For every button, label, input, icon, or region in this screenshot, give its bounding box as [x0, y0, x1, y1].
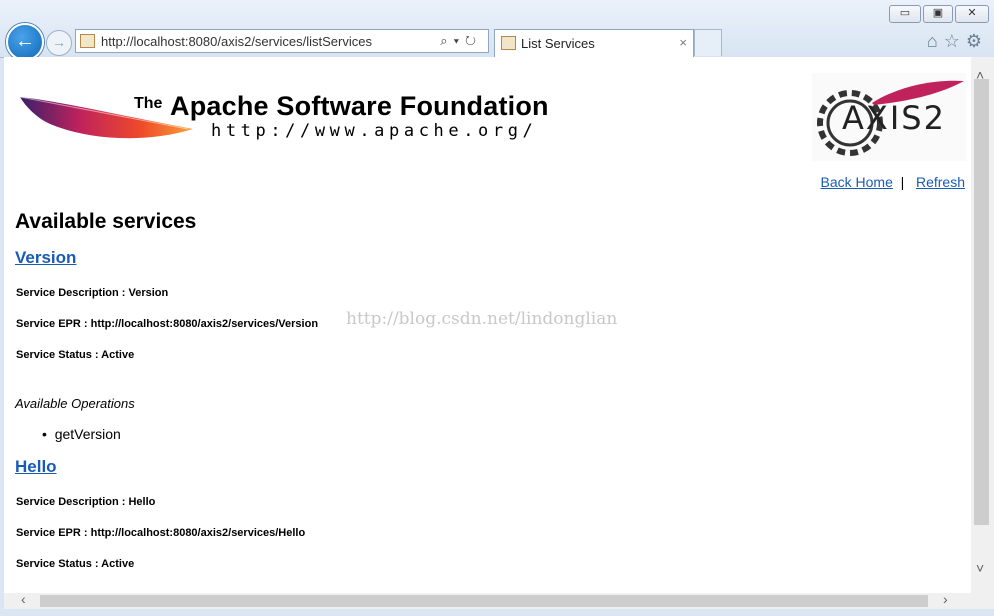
- service-epr: Service EPR : http://localhost:8080/axis…: [16, 527, 306, 539]
- service-description: Service Description : Hello: [16, 496, 156, 508]
- operation-list-item: • getVersion: [42, 426, 121, 442]
- page-viewport: The Apache Software Foundation http://ww…: [4, 57, 971, 593]
- tab-favicon-icon: [501, 36, 516, 50]
- window-bottom-border: [0, 609, 994, 616]
- scroll-down-icon[interactable]: ˅: [976, 560, 984, 576]
- asf-the-text: The: [134, 95, 163, 112]
- back-home-link[interactable]: Back Home: [821, 174, 893, 190]
- forward-arrow-icon: →: [52, 34, 66, 50]
- browser-chrome: ▭ ▣ ✕ ← → http://localhost:8080/axis2/se…: [0, 0, 994, 61]
- settings-gear-icon[interactable]: ⚙: [966, 31, 988, 51]
- minimize-button[interactable]: ▭: [889, 5, 921, 23]
- tab-close-icon[interactable]: ×: [679, 35, 687, 50]
- refresh-link[interactable]: Refresh: [916, 174, 965, 190]
- link-separator: |: [900, 174, 905, 190]
- service-status: Service Status : Active: [16, 558, 135, 570]
- forward-button[interactable]: →: [46, 30, 72, 56]
- axis2-logo-text: AXIS2: [842, 99, 946, 137]
- back-button[interactable]: ←: [6, 23, 44, 61]
- back-arrow-icon: ←: [15, 30, 35, 52]
- tab-title: List Services: [521, 36, 595, 51]
- new-tab-button[interactable]: [694, 29, 722, 56]
- address-bar[interactable]: http://localhost:8080/axis2/services/lis…: [75, 29, 489, 53]
- favorites-star-icon[interactable]: ☆: [944, 31, 966, 51]
- address-tools[interactable]: ⌕▾↻: [440, 33, 482, 49]
- horizontal-scroll-thumb[interactable]: [40, 595, 928, 607]
- maximize-button[interactable]: ▣: [923, 5, 953, 23]
- available-operations-label: Available Operations: [15, 396, 135, 411]
- dropdown-icon[interactable]: ▾: [454, 33, 465, 48]
- scroll-right-icon[interactable]: ›: [943, 591, 948, 607]
- axis2-logo: AXIS2: [812, 73, 966, 161]
- home-icon[interactable]: ⌂: [927, 31, 944, 51]
- asf-url: http://www.apache.org/: [211, 121, 538, 141]
- watermark-text: http://blog.csdn.net/lindonglian: [346, 309, 618, 329]
- page-title: Available services: [15, 210, 197, 233]
- toolbar-right-icons: ⌂☆⚙: [927, 31, 988, 52]
- service-link-hello[interactable]: Hello: [15, 457, 57, 477]
- search-icon[interactable]: ⌕: [440, 33, 453, 48]
- page-nav-links: Back Home | Refresh: [821, 174, 965, 190]
- tab-list-services[interactable]: List Services ×: [494, 29, 694, 57]
- page-favicon-icon: [80, 34, 95, 48]
- close-window-button[interactable]: ✕: [955, 5, 989, 23]
- horizontal-scrollbar[interactable]: ‹ ›: [4, 591, 971, 609]
- service-description: Service Description : Version: [16, 287, 169, 299]
- service-link-version[interactable]: Version: [15, 248, 76, 268]
- asf-name: Apache Software Foundation: [170, 91, 549, 121]
- service-status: Service Status : Active: [16, 349, 135, 361]
- service-epr: Service EPR : http://localhost:8080/axis…: [16, 318, 319, 330]
- vertical-scrollbar[interactable]: ˄ ˅: [971, 57, 994, 593]
- address-url[interactable]: http://localhost:8080/axis2/services/lis…: [101, 34, 372, 49]
- refresh-icon[interactable]: ↻: [465, 33, 482, 48]
- vertical-scroll-thumb[interactable]: [974, 79, 989, 525]
- scrollbar-corner: [971, 593, 994, 609]
- scroll-left-icon[interactable]: ‹: [21, 591, 26, 607]
- operation-name: getVersion: [54, 426, 121, 442]
